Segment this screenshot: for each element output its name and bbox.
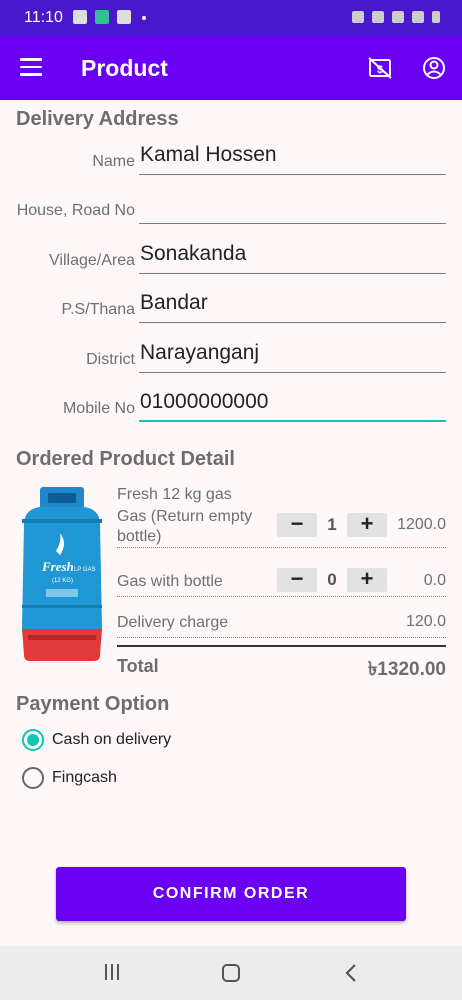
cash-label: Cash on delivery — [52, 731, 172, 748]
product-detail-heading: Ordered Product Detail — [16, 448, 235, 470]
district-input[interactable]: Narayanganj — [139, 341, 446, 373]
with-bottle-quantity: 0 — [327, 570, 337, 589]
total-value: ৳1320.00 — [367, 659, 446, 680]
product-name: Fresh 12 kg gas — [117, 486, 232, 503]
menu-icon[interactable] — [20, 58, 42, 76]
return-bottle-quantity: 1 — [327, 515, 337, 534]
item-with-bottle-label: Gas with bottle — [117, 573, 223, 590]
name-row: Name Kamal Hossen — [0, 139, 462, 179]
status-indicators — [352, 9, 440, 25]
return-bottle-price: 1200.0 — [397, 516, 446, 533]
house-road-row: House, Road No — [0, 188, 462, 228]
system-nav-bar — [0, 946, 462, 1000]
battery-icon — [432, 11, 440, 23]
thana-label: P.S/Thana — [61, 301, 135, 318]
with-bottle-plus-button[interactable]: + — [347, 568, 387, 592]
recent-apps-icon[interactable] — [102, 962, 122, 982]
return-bottle-minus-button[interactable]: − — [277, 513, 317, 537]
page-title: Product — [81, 55, 168, 81]
village-area-label: Village/Area — [49, 252, 135, 269]
cylinder-brand-text: Fresh — [41, 559, 74, 574]
cash-radio[interactable] — [22, 729, 44, 751]
fingcash-label: Fingcash — [52, 769, 117, 786]
thana-row: P.S/Thana Bandar — [0, 287, 462, 327]
total-divider — [117, 645, 446, 647]
gas-cylinder-image: Fresh LP GAS (12 KG) — [22, 487, 102, 661]
more-notifications-icon — [142, 16, 146, 20]
home-icon[interactable] — [220, 962, 242, 984]
mobile-label: Mobile No — [62, 400, 135, 417]
village-area-row: Village/Area Sonakanda — [0, 238, 462, 278]
payment-option-heading: Payment Option — [16, 693, 170, 715]
alarm-icon — [352, 11, 364, 23]
signal-icon — [392, 11, 404, 23]
item-return-bottle-label: Gas (Return empty bottle) — [117, 508, 253, 545]
delivery-charge-value: 120.0 — [405, 613, 446, 630]
fingcash-radio[interactable] — [22, 767, 44, 789]
account-icon[interactable] — [420, 54, 448, 82]
divider — [117, 547, 446, 548]
name-input[interactable]: Kamal Hossen — [139, 143, 446, 175]
app-notification-icon — [95, 10, 109, 24]
mobile-input[interactable]: 01000000000 — [139, 390, 446, 422]
status-bar: 11:10 — [0, 0, 462, 36]
return-bottle-plus-button[interactable]: + — [347, 513, 387, 537]
mobile-row: Mobile No 01000000000 — [0, 386, 462, 426]
house-road-label: House, Road No — [16, 202, 135, 219]
district-row: District Narayanganj — [0, 337, 462, 377]
delivery-charge-label: Delivery charge — [117, 614, 229, 631]
cylinder-lp-text: LP GAS — [74, 567, 96, 573]
house-road-input[interactable] — [139, 192, 446, 224]
with-bottle-price: 0.0 — [423, 572, 446, 589]
name-label: Name — [92, 153, 135, 170]
total-label: Total — [117, 656, 159, 676]
signal-icon-2 — [412, 11, 424, 23]
app-bar: Product $ — [0, 36, 462, 100]
village-area-input[interactable]: Sonakanda — [139, 242, 446, 274]
with-bottle-minus-button[interactable]: − — [277, 568, 317, 592]
cylinder-size-text: (12 KG) — [52, 578, 73, 584]
confirm-order-button[interactable]: CONFIRM ORDER — [56, 867, 406, 921]
back-icon[interactable] — [342, 962, 362, 984]
with-bottle-stepper: − 0 + — [277, 568, 389, 592]
no-money-icon[interactable]: $ — [366, 54, 394, 82]
divider — [117, 637, 446, 638]
wifi-icon — [372, 11, 384, 23]
district-label: District — [86, 351, 135, 368]
gallery-notification-icon — [73, 10, 87, 24]
message-notification-icon — [117, 10, 131, 24]
return-bottle-stepper: − 1 + — [277, 513, 389, 537]
divider — [117, 596, 446, 597]
thana-input[interactable]: Bandar — [139, 291, 446, 323]
delivery-address-heading: Delivery Address — [16, 108, 179, 130]
status-time: 11:10 — [24, 9, 63, 26]
